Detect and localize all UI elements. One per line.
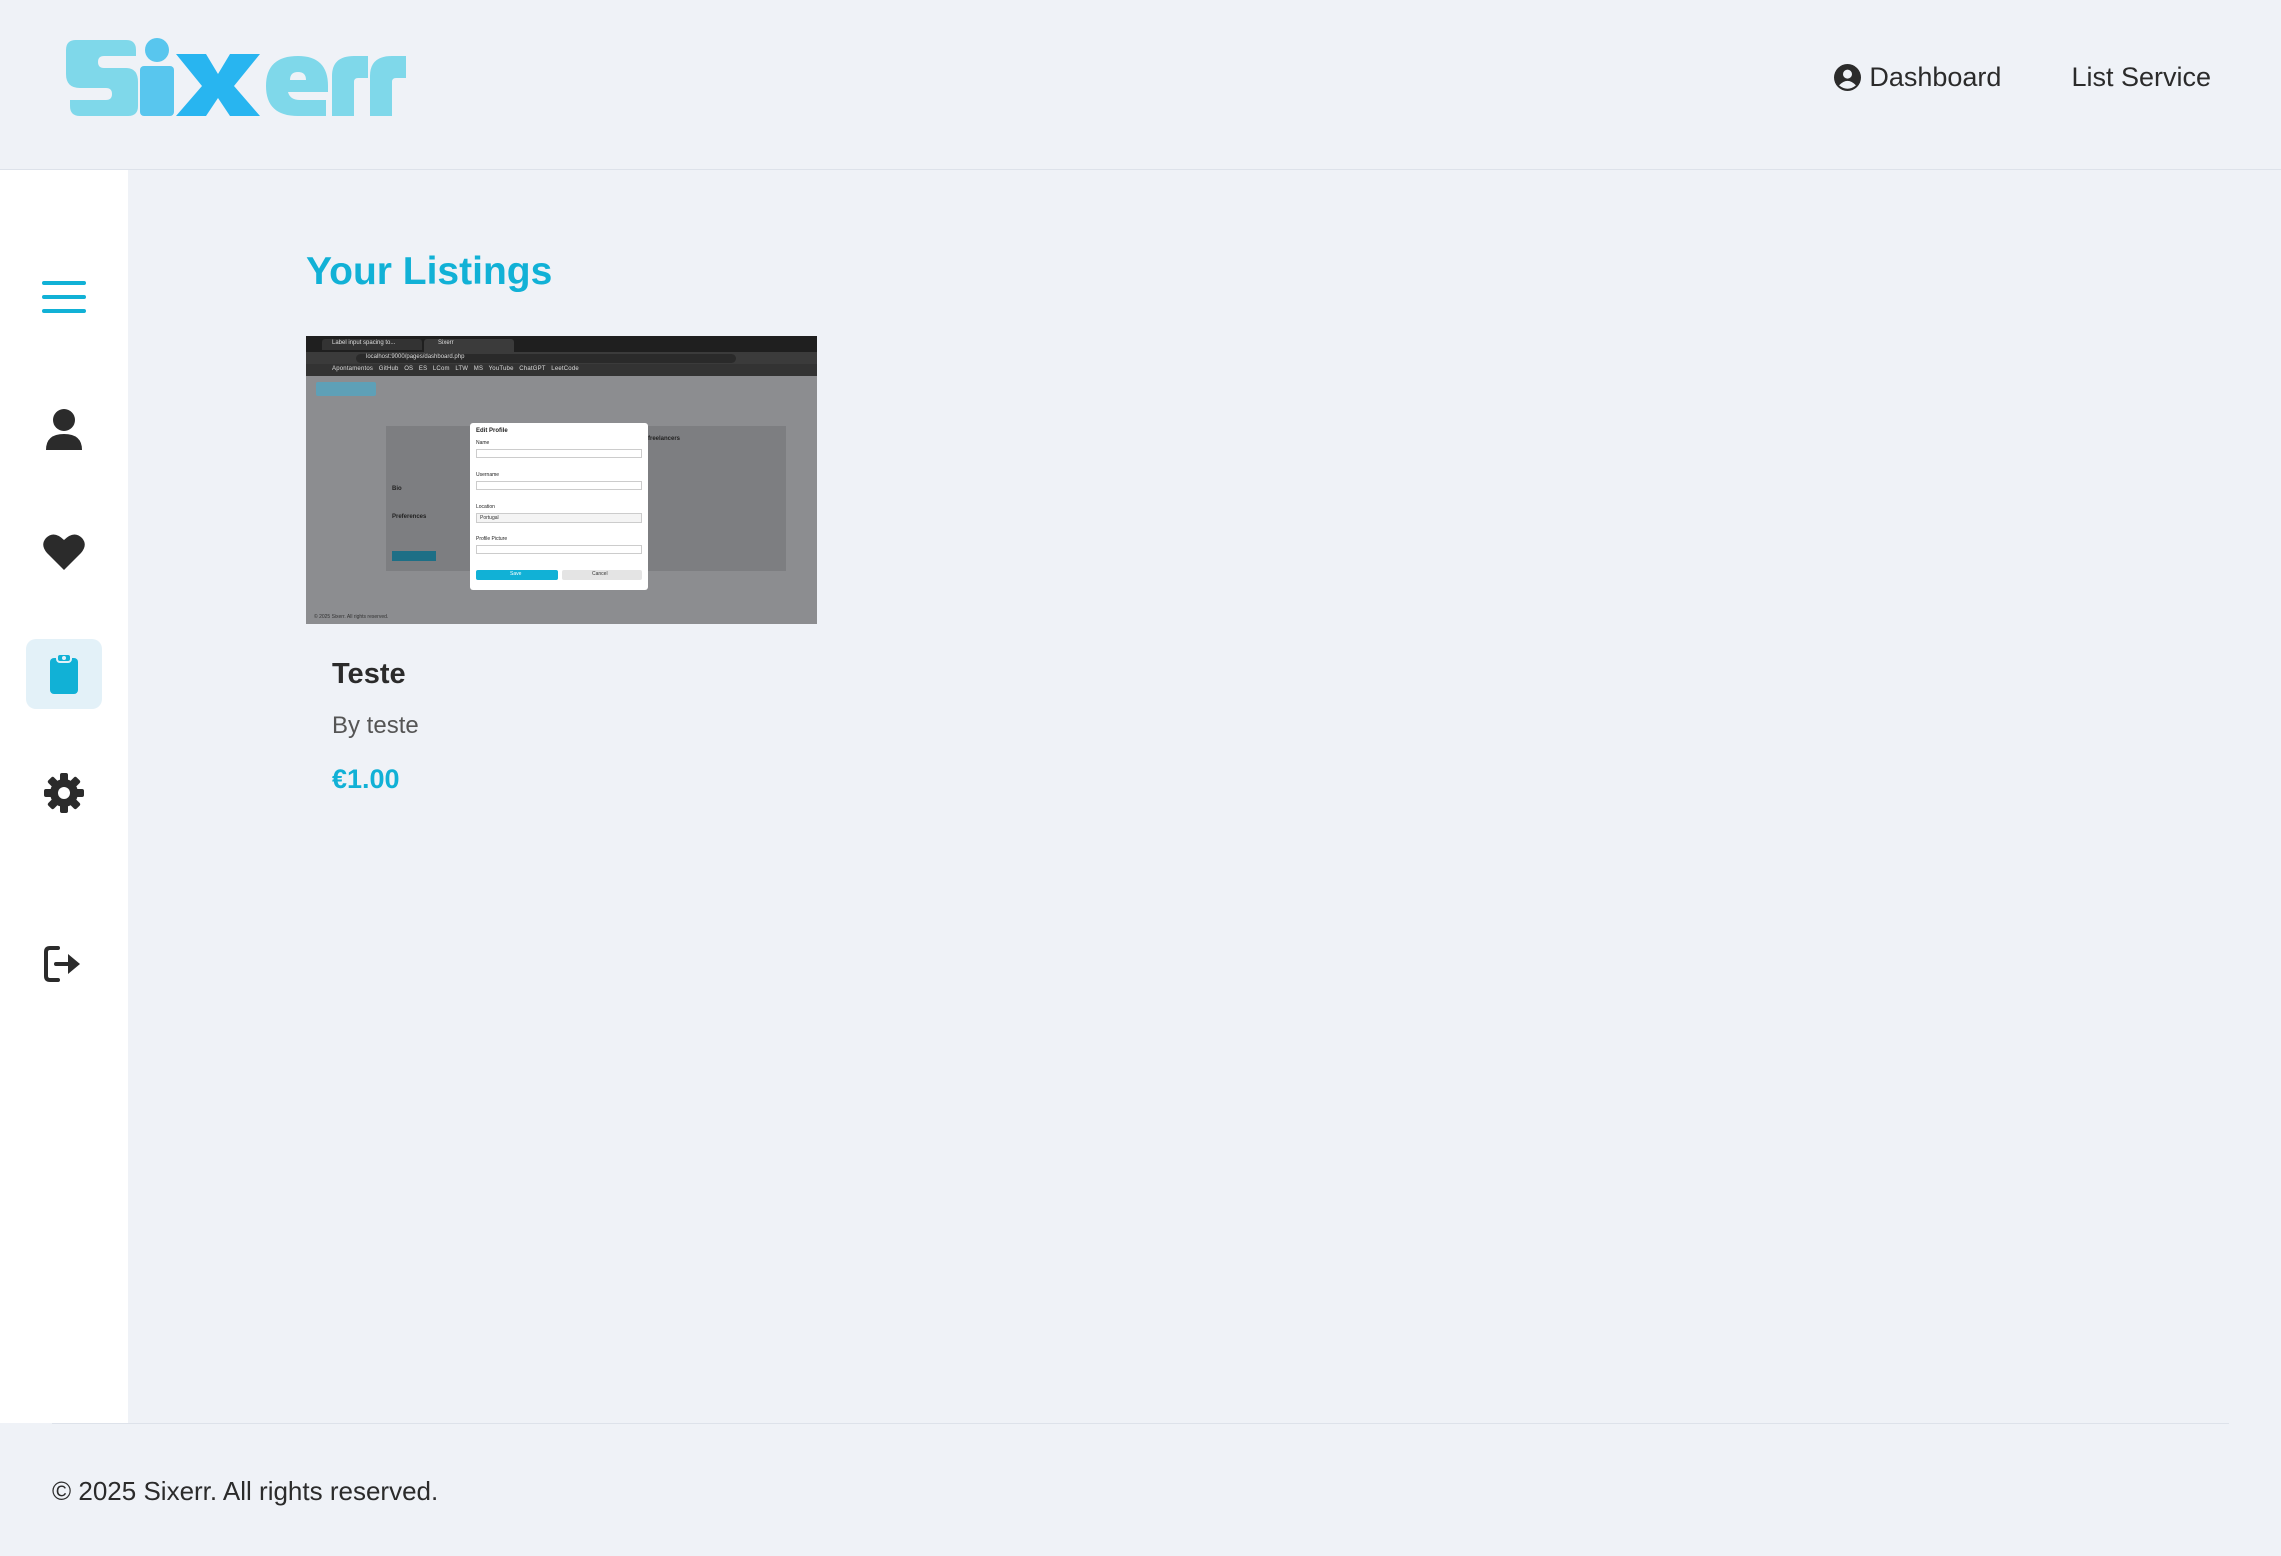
thumb-input-username: [476, 481, 642, 490]
sidebar-item-logout[interactable]: [26, 929, 102, 999]
clipboard-icon: [50, 653, 78, 694]
thumb-input-name: [476, 449, 642, 458]
nav-dashboard-link[interactable]: Dashboard: [1834, 62, 2001, 93]
thumb-logo: [316, 382, 376, 396]
sidebar-item-profile[interactable]: [26, 395, 102, 465]
listing-title[interactable]: Teste: [332, 658, 406, 691]
thumb-bookmarks-bar: Apontamentos GitHub OS ES LCom LTW MS Yo…: [306, 364, 817, 376]
thumb-modal-title: Edit Profile: [476, 428, 508, 434]
listing-author: By teste: [332, 712, 419, 739]
thumb-url: localhost:9000/pages/dashboard.php: [366, 354, 465, 360]
thumb-field-picture: Profile Picture: [476, 536, 508, 542]
thumb-file-input: [476, 545, 642, 554]
sidebar-menu-toggle[interactable]: [26, 262, 102, 332]
thumb-bg-bio: Bio: [392, 486, 402, 492]
gear-icon: [44, 773, 84, 813]
thumb-tab-label: Label input spacing to...: [332, 340, 396, 346]
thumb-field-name: Name: [476, 440, 490, 446]
thumb-modal: Edit Profile Name Username Location Port…: [470, 423, 648, 590]
menu-icon: [42, 281, 86, 313]
thumb-save-button: Save: [476, 570, 558, 580]
sidebar-item-settings[interactable]: [26, 758, 102, 828]
thumb-tab-bar: Label input spacing to... Sixerr: [306, 336, 817, 352]
thumb-tab: Label input spacing to...: [322, 339, 422, 350]
sidebar-item-listings[interactable]: [26, 639, 102, 709]
thumb-field-username: Username: [476, 472, 500, 478]
listing-price: €1.00: [332, 764, 400, 794]
sidebar-item-favorites[interactable]: [26, 517, 102, 587]
logout-icon: [44, 946, 80, 982]
user-icon: [46, 409, 82, 450]
thumb-tab-active: Sixerr: [424, 339, 514, 352]
sixerr-logo[interactable]: [56, 36, 408, 120]
thumb-bg-prefs: Preferences: [392, 514, 427, 520]
sidebar: [0, 170, 128, 1423]
listing-thumbnail[interactable]: Label input spacing to... Sixerr localho…: [306, 336, 817, 624]
thumb-address-bar: localhost:9000/pages/dashboard.php: [306, 352, 817, 364]
thumb-bookmarks: Apontamentos GitHub OS ES LCom LTW MS Yo…: [332, 366, 579, 372]
nav-dashboard-label: Dashboard: [1869, 62, 2002, 92]
thumb-tab-active-label: Sixerr: [438, 340, 454, 346]
thumb-field-location: Location: [476, 504, 495, 510]
nav-list-service-label: List Service: [2071, 62, 2211, 92]
user-circle-icon: [1834, 64, 1862, 91]
nav-list-service-link[interactable]: List Service: [2071, 62, 2211, 93]
thumb-cancel-button: Cancel: [562, 570, 642, 580]
thumb-save-label: Save: [510, 571, 522, 577]
thumb-cancel-label: Cancel: [592, 571, 608, 577]
page-title: Your Listings: [306, 250, 553, 293]
thumb-url-field: localhost:9000/pages/dashboard.php: [356, 354, 736, 363]
listing-card[interactable]: Label input spacing to... Sixerr localho…: [306, 336, 817, 806]
thumb-bg-button: [392, 551, 436, 561]
header: Dashboard List Service: [0, 0, 2281, 170]
thumb-location-value: Portugal: [480, 515, 499, 521]
footer-copyright: © 2025 Sixerr. All rights reserved.: [52, 1476, 439, 1506]
thumb-footer: © 2025 Sixerr. All rights reserved.: [314, 614, 389, 620]
footer-divider: [52, 1423, 2229, 1424]
top-nav: Dashboard List Service: [1834, 62, 2211, 93]
thumb-select-location: Portugal: [476, 513, 642, 523]
heart-icon: [43, 534, 85, 570]
